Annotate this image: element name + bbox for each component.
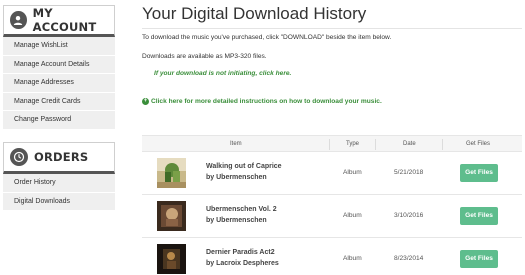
album-cover-thumbnail xyxy=(157,158,186,188)
album-artist: by Ubermenschen xyxy=(206,217,267,224)
table-row: Ubermenschen Vol. 2 by Ubermenschen Albu… xyxy=(142,195,522,238)
sidebar-item-order-history[interactable]: Order History xyxy=(3,174,115,193)
table-row: Dernier Paradis Act2 by Lacroix Desphere… xyxy=(142,238,522,275)
sidebar-item-manage-addresses[interactable]: Manage Addresses xyxy=(3,74,115,93)
my-account-header: MY ACCOUNT xyxy=(3,5,115,37)
column-header-get-files: Get Files xyxy=(466,141,491,147)
download-intro-text: To download the music you've purchased, … xyxy=(142,34,392,41)
column-divider xyxy=(329,139,330,150)
purchase-date: 8/23/2014 xyxy=(394,255,424,262)
account-menu: Manage WishList Manage Account Details M… xyxy=(3,37,115,130)
get-files-button[interactable]: Get Files xyxy=(460,207,498,225)
my-account-panel: MY ACCOUNT Manage WishList Manage Accoun… xyxy=(3,5,115,130)
orders-header: ORDERS xyxy=(3,142,115,174)
album-type: Album xyxy=(343,255,362,262)
album-cover-thumbnail xyxy=(157,244,186,274)
album-type: Album xyxy=(343,212,362,219)
get-files-button[interactable]: Get Files xyxy=(460,250,498,268)
sidebar-item-digital-downloads[interactable]: Digital Downloads xyxy=(3,192,115,211)
orders-panel: ORDERS Order History Digital Downloads xyxy=(3,142,115,211)
column-header-type: Type xyxy=(346,141,360,147)
clock-icon xyxy=(10,148,28,166)
plus-circle-icon: + xyxy=(142,98,149,105)
purchase-date: 5/21/2018 xyxy=(394,169,424,176)
user-icon xyxy=(10,11,27,29)
column-header-item: Item xyxy=(230,141,242,147)
column-divider xyxy=(375,139,376,150)
album-artist: by Lacroix Despheres xyxy=(206,260,279,267)
column-header-date: Date xyxy=(403,141,416,147)
table-row: Walking out of Caprice by Ubermenschen A… xyxy=(142,152,522,195)
table-header: Item Type Date Get Files xyxy=(142,135,522,152)
my-account-title: MY ACCOUNT xyxy=(32,6,97,34)
download-not-initiating-link[interactable]: If your download is not initiating, clic… xyxy=(154,70,291,77)
detailed-instructions-link[interactable]: + Click here for more detailed instructi… xyxy=(142,98,382,105)
format-note-text: Downloads are available as MP3-320 files… xyxy=(142,53,267,60)
orders-menu: Order History Digital Downloads xyxy=(3,174,115,211)
column-divider xyxy=(442,139,443,150)
album-title[interactable]: Dernier Paradis Act2 xyxy=(206,249,275,256)
page-title: Your Digital Download History xyxy=(142,4,367,23)
album-cover-thumbnail xyxy=(157,201,186,231)
purchase-date: 3/10/2016 xyxy=(394,212,424,219)
sidebar-item-manage-credit-cards[interactable]: Manage Credit Cards xyxy=(3,92,115,111)
downloads-table: Item Type Date Get Files Walking out of … xyxy=(142,135,522,275)
get-files-button[interactable]: Get Files xyxy=(460,164,498,182)
sidebar-item-manage-wishlist[interactable]: Manage WishList xyxy=(3,37,115,56)
album-artist: by Ubermenschen xyxy=(206,174,267,181)
album-title[interactable]: Walking out of Caprice xyxy=(206,163,282,170)
album-type: Album xyxy=(343,169,362,176)
album-title[interactable]: Ubermenschen Vol. 2 xyxy=(206,206,277,213)
sidebar-item-change-password[interactable]: Change Password xyxy=(3,111,115,130)
detailed-instructions-label: Click here for more detailed instruction… xyxy=(151,98,382,105)
orders-title: ORDERS xyxy=(34,150,89,164)
title-divider xyxy=(142,28,522,29)
sidebar-item-manage-account-details[interactable]: Manage Account Details xyxy=(3,55,115,74)
